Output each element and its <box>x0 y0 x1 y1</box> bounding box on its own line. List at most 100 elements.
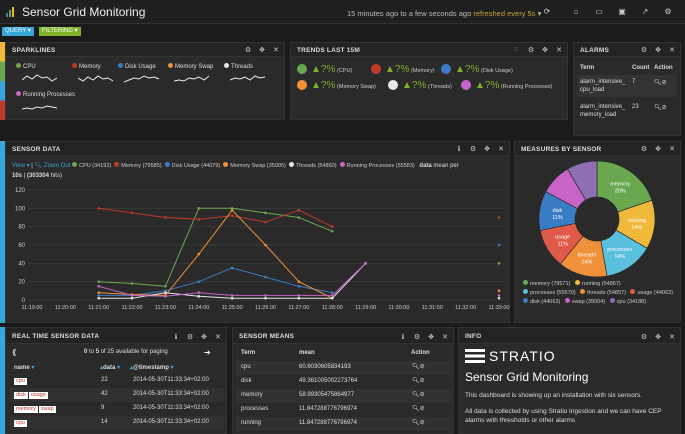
close-icon[interactable]: ✕ <box>668 145 676 153</box>
data-point <box>97 294 101 297</box>
zoom-icon[interactable]: 🔍︎ <box>412 392 420 398</box>
gear-icon[interactable]: ⚙ <box>413 333 421 341</box>
name-tag[interactable]: memory <box>14 406 38 413</box>
move-icon[interactable]: ✥ <box>427 333 435 341</box>
gear-icon[interactable]: ⚙ <box>186 333 194 341</box>
gear-icon[interactable]: ⚙ <box>663 7 673 17</box>
zoom-icon[interactable]: 🔍︎ <box>654 80 662 86</box>
table-row[interactable]: cpu 22 2014-05-30T11:33:34+02:00 <box>9 374 225 388</box>
data-cell: 9 <box>101 405 105 411</box>
move-icon[interactable]: ✥ <box>541 46 549 54</box>
home-icon[interactable]: ⌂ <box>571 7 581 17</box>
close-icon[interactable]: ✕ <box>214 333 222 341</box>
donut-legend-item[interactable]: cpu (34188) <box>609 298 646 305</box>
ban-icon[interactable]: ⊘ <box>420 378 425 384</box>
data-point <box>230 214 234 217</box>
donut-legend-item[interactable]: threads (54857) <box>580 289 626 296</box>
zoom-icon[interactable]: 🔍︎ <box>412 406 420 412</box>
series-legend-item[interactable]: Memory (79585) <box>114 162 162 169</box>
y-tick-label: 80 <box>18 225 25 231</box>
ban-icon[interactable]: ⊘ <box>420 406 425 412</box>
series-legend-item[interactable]: CPU (34192) <box>72 162 112 169</box>
col-data-header[interactable]: ▴data ▾ <box>100 364 120 371</box>
name-cell: disk usage <box>14 391 49 399</box>
refresh-icon[interactable]: ⟳ <box>542 7 552 17</box>
gear-icon[interactable]: ⚙ <box>640 46 648 54</box>
save-icon[interactable]: ▣ <box>617 7 627 17</box>
move-icon[interactable]: ✥ <box>483 145 491 153</box>
donut-legend-item[interactable]: swap (35004) <box>564 298 605 305</box>
legend-label: CPU (34192) <box>79 163 112 169</box>
info-icon[interactable]: ℹ <box>455 145 463 153</box>
ban-icon[interactable]: ⊘ <box>420 420 425 426</box>
table-row[interactable]: disk usage 42 2014-05-30T11:33:34+02:00 <box>9 388 225 402</box>
close-icon[interactable]: ✕ <box>497 145 505 153</box>
ban-icon[interactable]: ⊘ <box>420 364 425 370</box>
ban-icon[interactable]: ⊘ <box>420 392 425 398</box>
view-dropdown[interactable]: View ▾ <box>12 163 30 169</box>
donut-legend-item[interactable]: memory (79571) <box>523 280 570 287</box>
interval-label: 10s <box>12 173 23 179</box>
series-legend-item[interactable]: Memory Swap (35005) <box>223 162 286 169</box>
share-icon[interactable]: ↗ <box>640 7 650 17</box>
donut-legend-item[interactable]: running (54857) <box>574 280 621 287</box>
gear-icon[interactable]: ⚙ <box>640 145 648 153</box>
action-cell: 🔍︎⊘ <box>412 405 425 412</box>
close-icon[interactable]: ✕ <box>668 46 676 54</box>
move-icon[interactable]: ✥ <box>654 46 662 54</box>
close-icon[interactable]: ✕ <box>272 46 280 54</box>
panel-header: SPARKLINES ⚙ ✥ ✕ <box>6 43 284 57</box>
paging-next-icon[interactable]: ➔ <box>204 348 211 357</box>
zoom-icon[interactable]: 🔍︎ <box>412 364 420 370</box>
gear-icon[interactable]: ⚙ <box>244 46 252 54</box>
name-tag[interactable]: cpu <box>14 420 27 427</box>
gear-icon[interactable]: ⚙ <box>640 333 648 341</box>
move-icon[interactable]: ✥ <box>200 333 208 341</box>
zoom-out-link[interactable]: 🔍︎ Zoom Out <box>35 163 71 169</box>
sensor-line-chart[interactable]: 0 20 40 60 80 100 120 11:19:00 11:20:00 11:21:00 1… <box>6 184 511 324</box>
filtering-tab[interactable]: FILTERING ▾ <box>39 27 81 36</box>
close-icon[interactable]: ✕ <box>668 333 676 341</box>
query-tab[interactable]: QUERY ▾ <box>2 27 34 36</box>
folder-open-icon[interactable]: ▭ <box>594 7 604 17</box>
paging-prev-icon[interactable]: ⟪ <box>12 348 16 357</box>
move-icon[interactable]: ✥ <box>654 333 662 341</box>
col-name-header[interactable]: name ▾ <box>14 364 34 371</box>
close-icon[interactable]: ✕ <box>441 333 449 341</box>
table-row[interactable]: memory swap 9 2014-05-30T11:33:34+02:00 <box>9 402 225 416</box>
series-legend-item[interactable]: Running Processes (55583) <box>339 162 415 169</box>
series-legend-item[interactable]: Disk Usage (44079) <box>164 162 220 169</box>
name-tag[interactable]: disk <box>14 392 28 399</box>
legend-dot <box>574 280 580 285</box>
zoom-icon[interactable]: 🔍︎ <box>654 105 662 111</box>
alarm-term-part: alarm_intensive_ <box>580 79 626 85</box>
donut-legend-item[interactable]: usage (44063) <box>630 289 673 296</box>
ban-icon[interactable]: ⊘ <box>662 105 667 111</box>
move-icon[interactable]: ✥ <box>258 46 266 54</box>
move-icon[interactable]: ✥ <box>654 145 662 153</box>
series-legend-item[interactable]: Threads (54860) <box>288 162 337 169</box>
name-tag[interactable]: swap <box>38 406 56 413</box>
data-point <box>264 243 267 247</box>
alarms-col-count: Count <box>632 65 650 71</box>
close-icon[interactable]: ✕ <box>555 46 563 54</box>
donut-legend-item[interactable]: disk (44063) <box>523 298 560 305</box>
ban-icon[interactable]: ⊘ <box>662 80 667 86</box>
gear-icon[interactable]: ⚙ <box>469 145 477 153</box>
series-line <box>99 208 499 286</box>
donut-legend-item[interactable]: processes (55570) <box>523 289 576 296</box>
info-icon[interactable]: ℹ <box>399 333 407 341</box>
chart-legend: View ▾ | 🔍︎ Zoom Out CPU (34192) Memory (… <box>12 162 459 179</box>
alarm-term-part: alarm_intensive_ <box>580 104 626 110</box>
measures-donut-chart[interactable]: memory20%running14%processes14%threads14… <box>535 160 660 278</box>
col-timestamp-header[interactable]: ▴@timestamp ▾ <box>130 364 174 371</box>
time-range-link[interactable]: 15 minutes ago to a few seconds ago refr… <box>347 9 541 18</box>
gear-icon[interactable]: ⚙ <box>527 46 535 54</box>
name-tag[interactable]: usage <box>28 392 48 399</box>
zoom-icon[interactable]: 🔍︎ <box>412 378 420 384</box>
slice-percent: 14% <box>614 254 625 260</box>
table-row[interactable]: cpu 14 2014-05-30T11:33:34+02:00 <box>9 416 225 430</box>
name-tag[interactable]: cpu <box>14 378 27 385</box>
info-icon[interactable]: ℹ <box>172 333 180 341</box>
zoom-icon[interactable]: 🔍︎ <box>412 420 420 426</box>
